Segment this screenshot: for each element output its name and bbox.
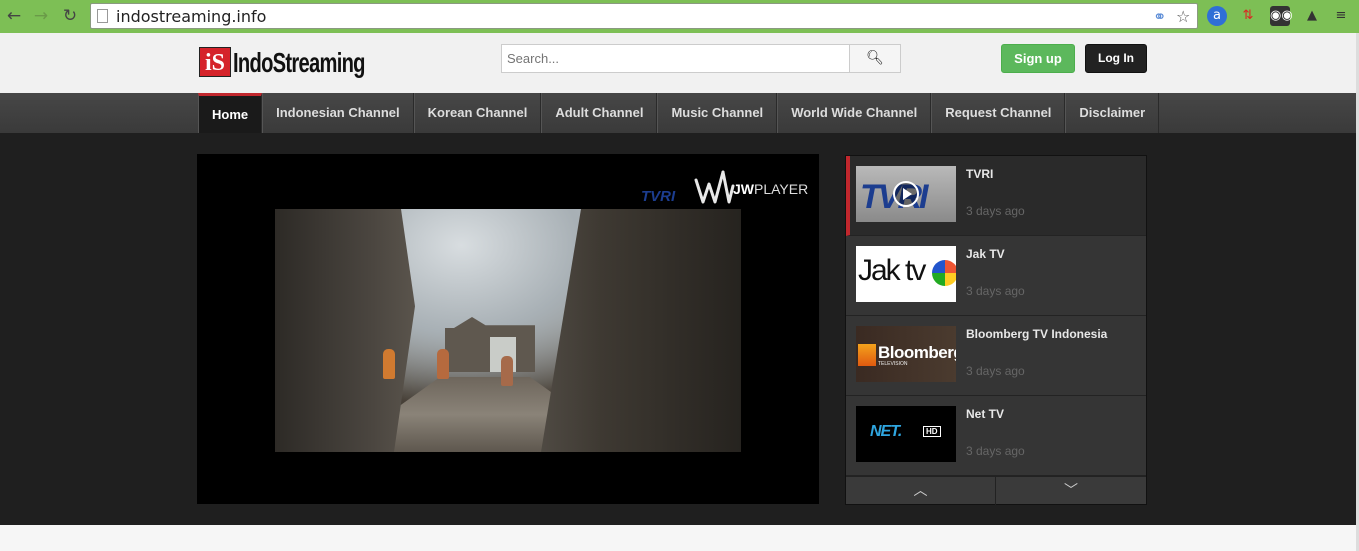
bloomberg-logo-icon <box>858 344 876 366</box>
address-bar[interactable]: indostreaming.info ⚭ ☆ <box>90 3 1198 29</box>
channel-thumbnail[interactable]: NET. HD <box>856 406 956 462</box>
main-content: TVRI JWPLAYER TVRI TVRI 3 days ago Jak t… <box>0 133 1359 525</box>
extension-glasses-icon[interactable]: ◉◉ <box>1270 6 1293 26</box>
search-button[interactable]: 🔍︎ <box>849 44 901 73</box>
channel-item-net-tv[interactable]: NET. HD Net TV 3 days ago <box>846 396 1146 476</box>
thumbnail-logo-subtext: HD <box>923 426 941 437</box>
signup-button[interactable]: Sign up <box>1001 44 1075 73</box>
site-header: iS IndoStreaming 🔍︎ Sign up Log In <box>0 33 1359 93</box>
thumbnail-logo-subtext: TELEVISION <box>878 361 908 367</box>
jwplayer-brand-suffix: PLAYER <box>754 181 809 197</box>
nav-item-korean-channel[interactable]: Korean Channel <box>413 93 542 133</box>
nav-item-home[interactable]: Home <box>198 93 263 133</box>
thumbnail-logo-text: NET. <box>870 423 902 440</box>
thumbnail-logo-text: Bloomberg <box>878 343 956 362</box>
channel-thumbnail[interactable]: TVRI <box>856 166 956 222</box>
channel-thumbnail[interactable]: Bloomberg TELEVISION <box>856 326 956 382</box>
login-button[interactable]: Log In <box>1085 44 1147 73</box>
page-footer <box>0 525 1359 551</box>
main-nav: Home Indonesian Channel Korean Channel A… <box>0 93 1359 133</box>
logo-text: IndoStreaming <box>233 47 365 78</box>
video-frame[interactable] <box>275 209 741 452</box>
url-text[interactable]: indostreaming.info <box>116 7 266 26</box>
extension-a-icon[interactable]: a <box>1207 6 1227 26</box>
thumbnail-logo-text: Jak tv <box>858 254 926 287</box>
star-icon[interactable]: ☆ <box>1176 7 1190 26</box>
channel-pager: ︿ ﹀ <box>846 476 1146 505</box>
reload-icon[interactable]: ↻ <box>59 5 81 27</box>
channel-item-tvri[interactable]: TVRI TVRI 3 days ago <box>846 156 1146 236</box>
channel-name[interactable]: Net TV <box>966 407 1004 421</box>
jwplayer-logo-icon <box>694 170 735 204</box>
video-player[interactable]: TVRI JWPLAYER <box>197 154 819 504</box>
menu-icon[interactable]: ≡ <box>1331 6 1351 26</box>
extension-arrows-icon[interactable]: ⇅ <box>1238 6 1258 26</box>
channel-name[interactable]: Jak TV <box>966 247 1005 261</box>
jwplayer-brand-prefix: JW <box>733 181 754 197</box>
translate-icon[interactable]: ⚭ <box>1153 7 1166 26</box>
channel-name[interactable]: Bloomberg TV Indonesia <box>966 327 1107 341</box>
logo-mark: iS <box>199 47 231 77</box>
channel-time: 3 days ago <box>966 284 1025 298</box>
page-icon <box>97 9 108 23</box>
search-icon: 🔍︎ <box>866 50 884 66</box>
extension-tower-icon[interactable]: ▲ <box>1302 6 1322 26</box>
video-scene-rock-left <box>275 209 415 452</box>
jak-tv-logo-icon <box>932 260 956 286</box>
back-arrow-icon[interactable]: ← <box>3 5 25 27</box>
channel-time: 3 days ago <box>966 364 1025 378</box>
nav-item-request-channel[interactable]: Request Channel <box>931 93 1066 133</box>
nav-item-indonesian-channel[interactable]: Indonesian Channel <box>262 93 414 133</box>
play-icon[interactable] <box>893 181 919 207</box>
chevron-up-icon[interactable]: ︿ <box>846 477 996 505</box>
channel-list: TVRI TVRI 3 days ago Jak tv Jak TV 3 day… <box>845 155 1147 505</box>
channel-watermark: TVRI <box>641 188 676 205</box>
nav-item-adult-channel[interactable]: Adult Channel <box>541 93 658 133</box>
forward-arrow-icon[interactable]: → <box>30 5 52 27</box>
channel-item-bloomberg[interactable]: Bloomberg TELEVISION Bloomberg TV Indone… <box>846 316 1146 396</box>
search-input[interactable] <box>501 44 851 73</box>
channel-time: 3 days ago <box>966 444 1025 458</box>
channel-name[interactable]: TVRI <box>966 167 993 181</box>
nav-item-music-channel[interactable]: Music Channel <box>657 93 778 133</box>
channel-item-jak-tv[interactable]: Jak tv Jak TV 3 days ago <box>846 236 1146 316</box>
video-scene-figure <box>501 356 513 386</box>
video-scene-figure <box>383 349 395 379</box>
video-scene-figure <box>437 349 449 379</box>
video-scene-rock-right <box>541 209 741 452</box>
chevron-down-icon[interactable]: ﹀ <box>996 477 1146 505</box>
channel-time: 3 days ago <box>966 204 1025 218</box>
nav-item-world-wide-channel[interactable]: World Wide Channel <box>777 93 932 133</box>
jwplayer-brand: JWPLAYER <box>733 181 808 197</box>
browser-toolbar: ← → ↻ indostreaming.info ⚭ ☆ a ⇅ ◉◉ ▲ ≡ <box>0 0 1359 33</box>
channel-thumbnail[interactable]: Jak tv <box>856 246 956 302</box>
nav-item-disclaimer[interactable]: Disclaimer <box>1065 93 1160 133</box>
